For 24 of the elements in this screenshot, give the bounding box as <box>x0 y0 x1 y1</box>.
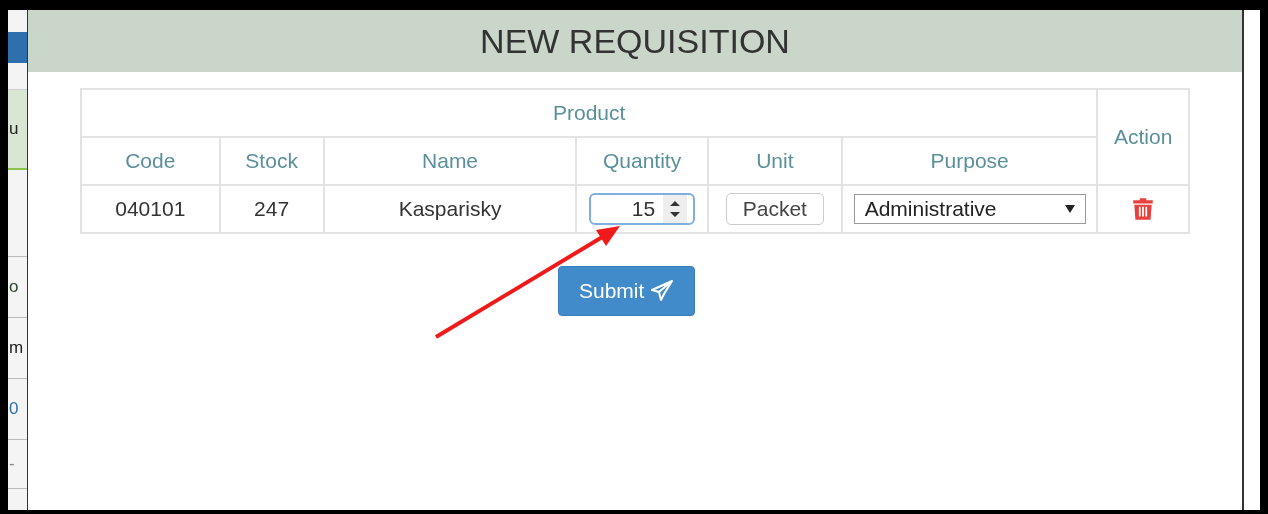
quantity-field[interactable]: 15 <box>589 193 696 225</box>
column-header: Quantity <box>576 137 708 185</box>
cut-text: 0 <box>9 399 19 419</box>
unit-button[interactable]: Packet <box>725 193 824 225</box>
submit-button[interactable]: Submit <box>558 266 696 316</box>
column-header: Code <box>81 137 220 185</box>
cut-text: o <box>9 277 19 297</box>
purpose-dropdown[interactable]: Administrative <box>853 194 1086 224</box>
column-header: Name <box>323 137 577 185</box>
table-cell: 040101 <box>81 185 220 233</box>
send-icon <box>650 280 675 302</box>
table-cell: Kasparisky <box>323 185 577 233</box>
column-group-header: Product <box>81 89 1098 137</box>
column-header: Unit <box>707 137 842 185</box>
column-header: Action <box>1097 89 1189 185</box>
modal-title: NEW REQUISITION <box>480 21 790 61</box>
sidebar-bar <box>8 32 27 63</box>
table-cell: 247 <box>219 185 324 233</box>
caret-icon <box>1064 205 1075 213</box>
cut-text: m <box>9 338 24 358</box>
cut-text: - <box>9 454 15 474</box>
cut-text: u <box>9 119 19 139</box>
spinner-icon[interactable] <box>663 195 688 223</box>
column-header: Stock <box>219 137 324 185</box>
